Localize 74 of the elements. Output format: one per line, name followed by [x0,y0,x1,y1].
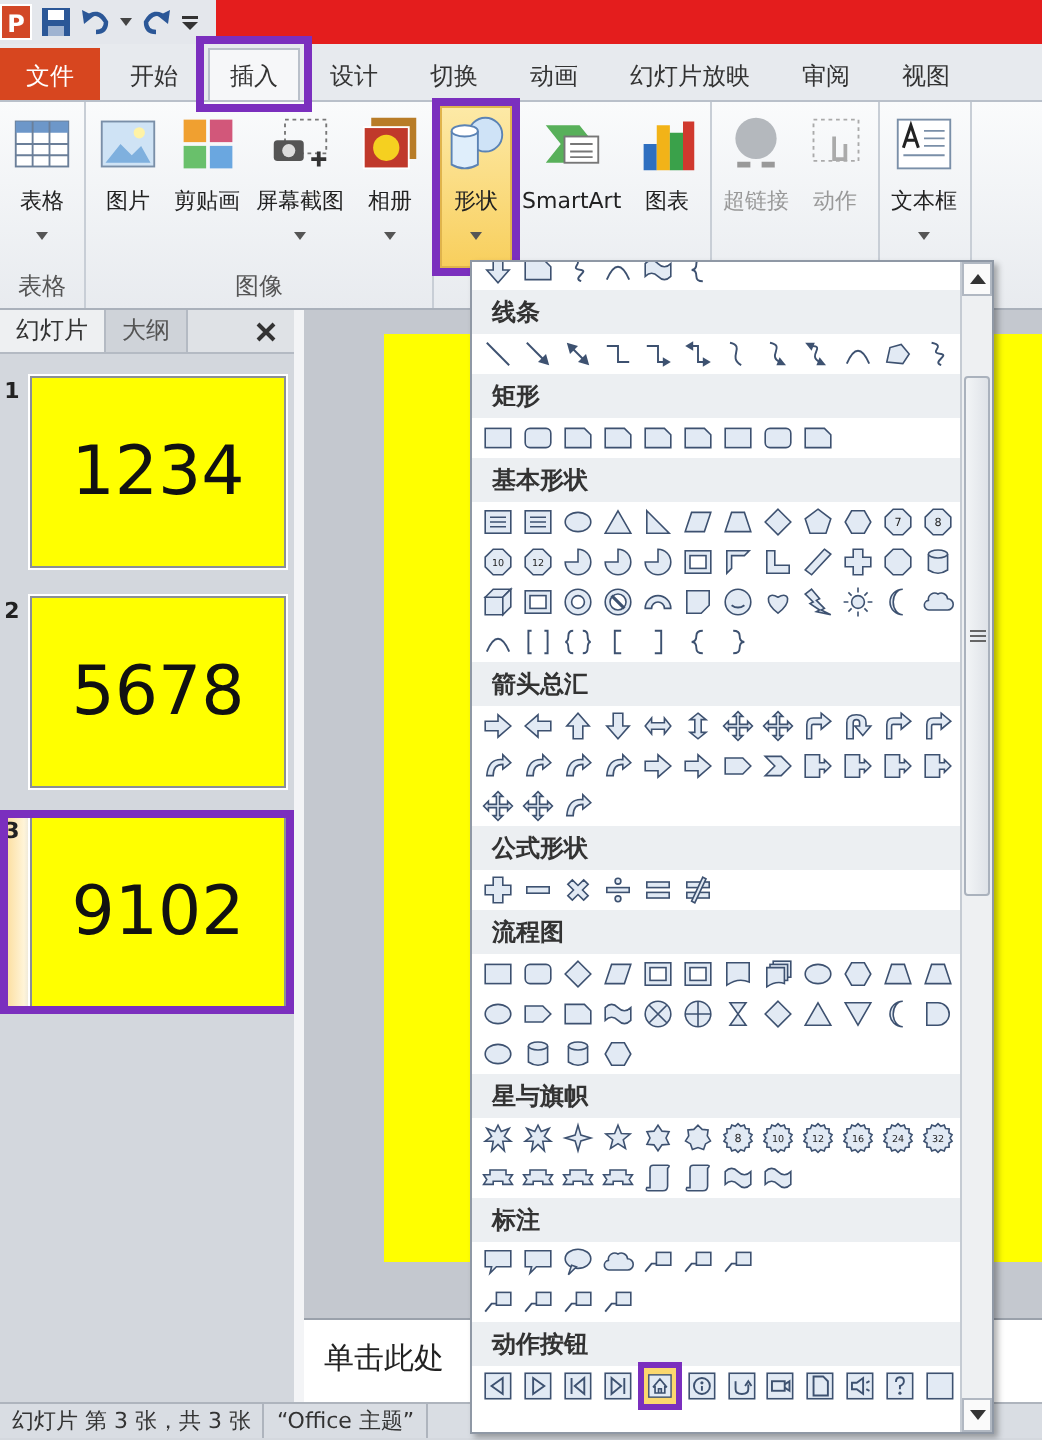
app-logo: P [0,4,32,40]
group-label: 表格 [16,270,68,304]
ribbon-tab[interactable]: 开始 [108,48,200,100]
four-point-star-icon[interactable] [558,1118,598,1158]
circle-cross-icon[interactable] [638,994,678,1034]
scroll-thumb[interactable] [964,376,990,896]
slide-count-text: 幻灯片 第 3 张，共 3 张 [0,1404,265,1438]
slide-number: 1 [2,376,22,408]
theme-name-text: “Office 主题” [264,1404,429,1438]
customize-icon [180,10,200,34]
text-box-icon [894,114,955,174]
home-button-icon[interactable] [637,1362,682,1410]
redo-icon [140,6,172,38]
section-header: 星与旗帜 [472,1074,960,1118]
ribbon-tab[interactable]: 审阅 [780,48,872,100]
sun-icon[interactable] [838,582,878,622]
scrollbar[interactable] [960,262,992,1432]
ribbon-button[interactable]: 相册 [354,106,426,268]
pie-icon[interactable] [598,542,638,582]
down-arrow-icon [969,1410,985,1420]
section-header: 标注 [472,1198,960,1242]
shapes-icon [446,114,506,174]
section-header: 公式形状 [472,826,960,870]
four-way-arrow-icon[interactable] [758,706,798,746]
caret-icon [120,16,132,28]
ribbon-button[interactable]: 图表 [631,106,704,268]
ribbon-tab[interactable]: 动画 [508,48,600,100]
slide-thumbnail[interactable]: 1234 [30,376,286,568]
four-way-arrow-icon[interactable] [718,706,758,746]
explosion-icon[interactable] [518,1118,558,1158]
pane-tab[interactable]: 大纲 [106,310,188,352]
ribbon-button[interactable]: 表格 [6,106,78,268]
scroll-down-button[interactable] [962,1398,992,1432]
grip-icon [969,630,985,642]
ribbon-tab[interactable]: 设计 [308,48,400,100]
ribbon-tab[interactable]: 幻灯片放映 [608,48,772,100]
ribbon-tab[interactable]: 视图 [880,48,972,100]
circle-plus-icon[interactable] [678,994,718,1034]
slide-thumbnail-row[interactable]: 1 1234 [0,370,294,574]
circle-with-curve-icon[interactable] [718,582,758,622]
octagon-icon[interactable] [878,542,918,582]
photo-album-icon [360,114,420,174]
close-icon[interactable] [254,320,278,344]
section-header: 箭头总汇 [472,662,960,706]
pie-icon[interactable] [638,542,678,582]
section-header: 基本形状 [472,458,960,502]
section-header: 流程图 [472,910,960,954]
explosion-icon[interactable] [478,1118,518,1158]
scroll-up-button[interactable] [962,262,992,296]
section-header: 线条 [472,290,960,334]
ribbon-button[interactable]: 图片 [92,106,164,268]
plus-icon[interactable] [478,870,518,910]
up-arrow-icon [969,274,985,284]
four-way-arrow-icon[interactable] [518,786,558,826]
cube-icon[interactable] [478,582,518,622]
plus-icon[interactable] [838,542,878,582]
no-symbol-icon[interactable] [598,582,638,622]
pane-tab[interactable]: 幻灯片 [0,310,106,352]
section-header: 矩形 [472,374,960,418]
donut-icon[interactable] [558,582,598,622]
ribbon-button[interactable]: 屏幕截图 [250,106,350,268]
slide-thumbnail[interactable]: 5678 [30,596,286,788]
four-way-arrow-icon[interactable] [478,786,518,826]
pie-icon[interactable] [558,542,598,582]
save-icon [40,6,72,38]
ribbon-tab[interactable]: 切换 [408,48,500,100]
slide-number: 2 [2,596,22,628]
slide-thumbnail-row[interactable]: 2 5678 [0,590,294,794]
file-tab[interactable]: 文件 [0,48,100,100]
slide-thumbnail[interactable]: 9102 [30,816,286,1008]
undo-icon [80,6,112,38]
ribbon-button[interactable]: 剪贴画 [168,106,246,268]
group-label: 图像 [233,270,285,304]
section-header: 动作按钮 [472,1322,960,1366]
